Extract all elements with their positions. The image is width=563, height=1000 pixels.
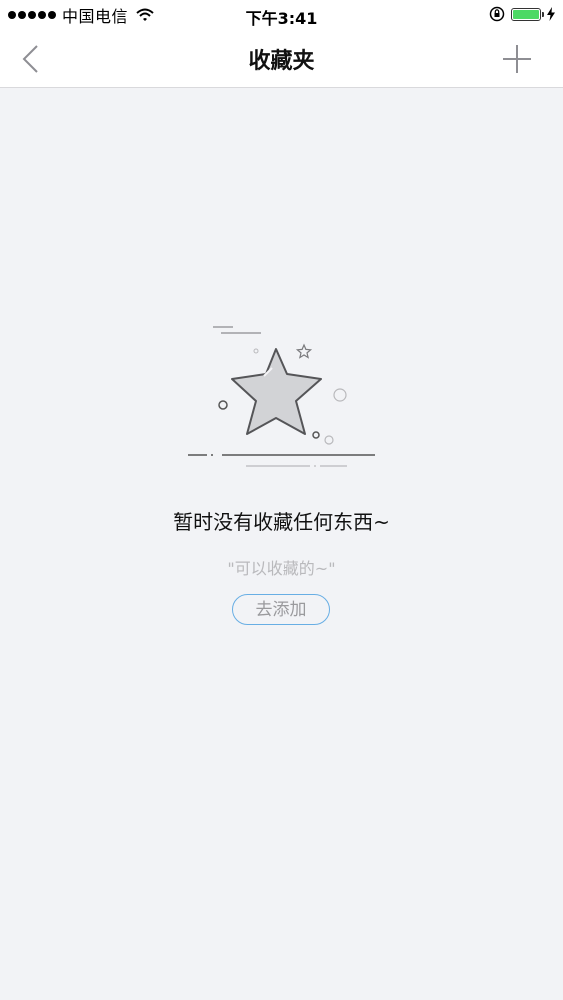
- empty-state-title: 暂时没有收藏任何东西~: [173, 510, 390, 534]
- status-time: 下午3:41: [245, 9, 318, 28]
- page-title: 收藏夹: [248, 49, 315, 74]
- empty-favorites-illustration: [188, 326, 375, 467]
- navigation-bar: 收藏夹: [0, 30, 563, 88]
- status-bar: 中国电信 下午3:41: [0, 0, 563, 30]
- battery-icon: [511, 7, 544, 21]
- star-icon: [231, 348, 322, 435]
- battery-level: [513, 9, 539, 19]
- status-right: [489, 6, 555, 22]
- charging-icon: [547, 7, 555, 21]
- go-add-button[interactable]: 去添加: [232, 594, 330, 625]
- orientation-lock-icon: [489, 6, 505, 22]
- add-button[interactable]: [499, 41, 535, 77]
- empty-state-hint: "可以收藏的~": [227, 559, 336, 578]
- plus-icon: [503, 45, 531, 73]
